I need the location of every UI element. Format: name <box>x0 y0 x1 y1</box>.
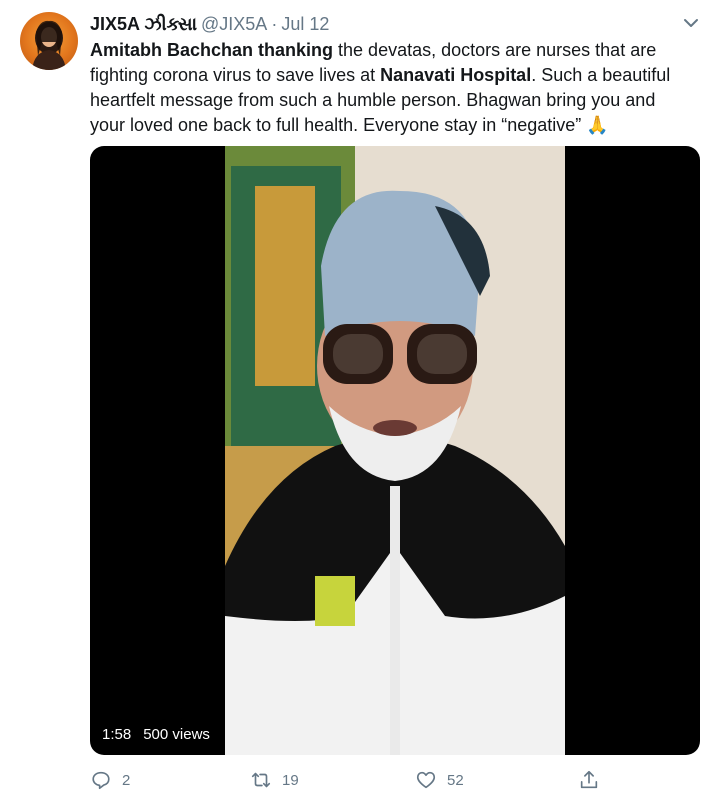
video-thumbnail-icon <box>225 146 565 755</box>
reply-icon <box>92 771 110 790</box>
heart-icon <box>416 771 436 789</box>
video-duration: 1:58 <box>102 726 132 743</box>
retweet-icon <box>251 772 271 788</box>
tweet-card[interactable]: JIX5A ઝીક્સા @JIX5A · Jul 12 Amitabh Bachch… <box>0 0 718 804</box>
like-button[interactable]: 52 <box>415 766 464 794</box>
share-icon <box>580 770 598 789</box>
reply-button[interactable]: 2 <box>90 766 130 794</box>
folded-hands-emoji: 🙏 <box>586 115 609 135</box>
tweet-actions: 2 19 52 <box>90 766 700 794</box>
chevron-down-icon[interactable] <box>680 12 702 34</box>
tweet-header: JIX5A ઝીક્સા @JIX5A · Jul 12 <box>90 12 329 36</box>
retweet-count: 19 <box>282 771 299 789</box>
display-name[interactable]: JIX5A ઝીક્સા <box>90 14 197 34</box>
avatar[interactable] <box>20 12 78 70</box>
video-frame <box>225 146 565 755</box>
retweet-button[interactable]: 19 <box>250 766 299 794</box>
tweet-date[interactable]: Jul 12 <box>281 14 329 34</box>
bold-text-2: Nanavati Hospital <box>380 65 532 85</box>
separator-dot: · <box>271 14 278 34</box>
share-button[interactable] <box>578 766 600 794</box>
video-player[interactable]: 1:58 500 views <box>90 146 700 755</box>
reply-count: 2 <box>122 771 131 789</box>
video-views: 500 views <box>143 726 210 743</box>
like-count: 52 <box>447 771 464 789</box>
avatar-portrait-icon <box>32 20 66 70</box>
bold-text-1: Amitabh Bachchan thanking <box>90 40 334 60</box>
video-info: 1:58 500 views <box>102 726 210 743</box>
tweet-text: Amitabh Bachchan thanking the devatas, d… <box>90 38 690 138</box>
user-handle[interactable]: @JIX5A <box>201 14 267 34</box>
